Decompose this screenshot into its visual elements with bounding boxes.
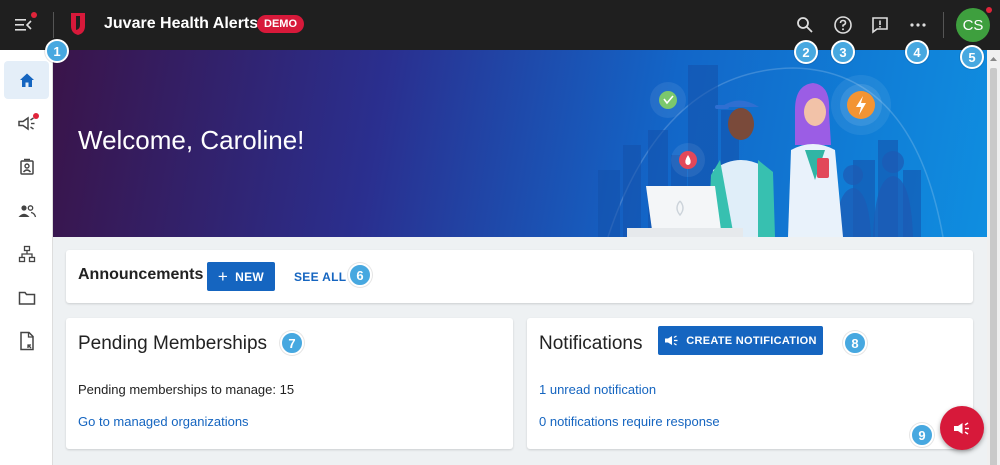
announcements-title: Announcements — [78, 266, 204, 283]
folder-icon — [18, 291, 35, 305]
notification-dot — [33, 113, 39, 119]
search-icon — [797, 17, 813, 33]
callout-marker: 2 — [794, 40, 818, 64]
notification-dot — [986, 7, 992, 13]
document-report-icon — [19, 331, 34, 351]
new-button-label: NEW — [235, 269, 265, 284]
notification-dot — [31, 12, 37, 18]
response-required-link[interactable]: 0 notifications require response — [539, 414, 720, 429]
help-icon — [834, 16, 852, 34]
home-icon — [19, 73, 34, 87]
scroll-thumb[interactable] — [990, 68, 997, 465]
feedback-button[interactable] — [868, 13, 892, 37]
more-icon — [910, 23, 926, 27]
pending-count-text: Pending memberships to manage: 15 — [78, 382, 295, 397]
demo-badge: DEMO — [257, 15, 304, 33]
create-notification-button[interactable]: CREATE NOTIFICATION — [658, 326, 823, 355]
create-notification-label: CREATE NOTIFICATION — [686, 334, 817, 347]
user-avatar[interactable]: CS — [956, 8, 990, 42]
juvare-logo — [68, 12, 88, 41]
sidebar-item-announcements[interactable] — [4, 105, 49, 143]
plus-icon: + — [217, 267, 229, 286]
more-button[interactable] — [906, 13, 930, 37]
notifications-title: Notifications — [539, 333, 643, 354]
quick-notification-fab[interactable] — [940, 406, 984, 450]
page-scrollbar[interactable] — [987, 50, 1000, 465]
callout-marker: 3 — [831, 40, 855, 64]
new-announcement-button[interactable]: + NEW — [207, 262, 275, 291]
megaphone-icon — [954, 421, 969, 435]
people-icon — [18, 205, 36, 218]
pending-memberships-title: Pending Memberships — [78, 333, 268, 354]
sidebar-item-people[interactable] — [4, 192, 49, 230]
welcome-banner: Welcome, Caroline! — [53, 50, 987, 237]
sidebar-item-home[interactable] — [4, 61, 49, 99]
sidebar-item-reports[interactable] — [4, 322, 49, 360]
announcements-card: Announcements + NEW SEE ALL — [66, 250, 973, 303]
sidebar — [0, 50, 53, 465]
callout-marker: 8 — [843, 331, 867, 355]
callout-marker: 7 — [280, 331, 304, 355]
scroll-up-arrow-icon[interactable] — [987, 54, 1000, 64]
callout-marker: 4 — [905, 40, 929, 64]
managed-organizations-link[interactable]: Go to managed organizations — [78, 414, 249, 429]
megaphone-icon — [665, 335, 678, 346]
divider — [53, 12, 54, 38]
unread-notifications-link[interactable]: 1 unread notification — [539, 382, 656, 397]
sidebar-item-contacts[interactable] — [4, 148, 49, 186]
menu-collapse-icon — [15, 19, 32, 31]
hero-illustration — [598, 65, 944, 237]
notifications-card: Notifications CREATE NOTIFICATION 1 unre… — [527, 318, 973, 449]
callout-marker: 5 — [960, 45, 984, 69]
see-all-link[interactable]: SEE ALL — [294, 270, 346, 284]
app-title: Juvare Health Alerts — [104, 15, 259, 32]
contact-card-icon — [19, 158, 34, 175]
callout-marker: 1 — [45, 39, 69, 63]
org-hierarchy-icon — [18, 245, 35, 263]
menu-collapse-button[interactable] — [10, 12, 37, 38]
search-button[interactable] — [793, 13, 817, 37]
sidebar-item-organizations[interactable] — [4, 235, 49, 273]
callout-marker: 6 — [348, 263, 372, 287]
divider — [943, 12, 944, 38]
feedback-icon — [872, 17, 888, 34]
help-button[interactable] — [831, 13, 855, 37]
sidebar-item-files[interactable] — [4, 279, 49, 317]
callout-marker: 9 — [910, 423, 934, 447]
